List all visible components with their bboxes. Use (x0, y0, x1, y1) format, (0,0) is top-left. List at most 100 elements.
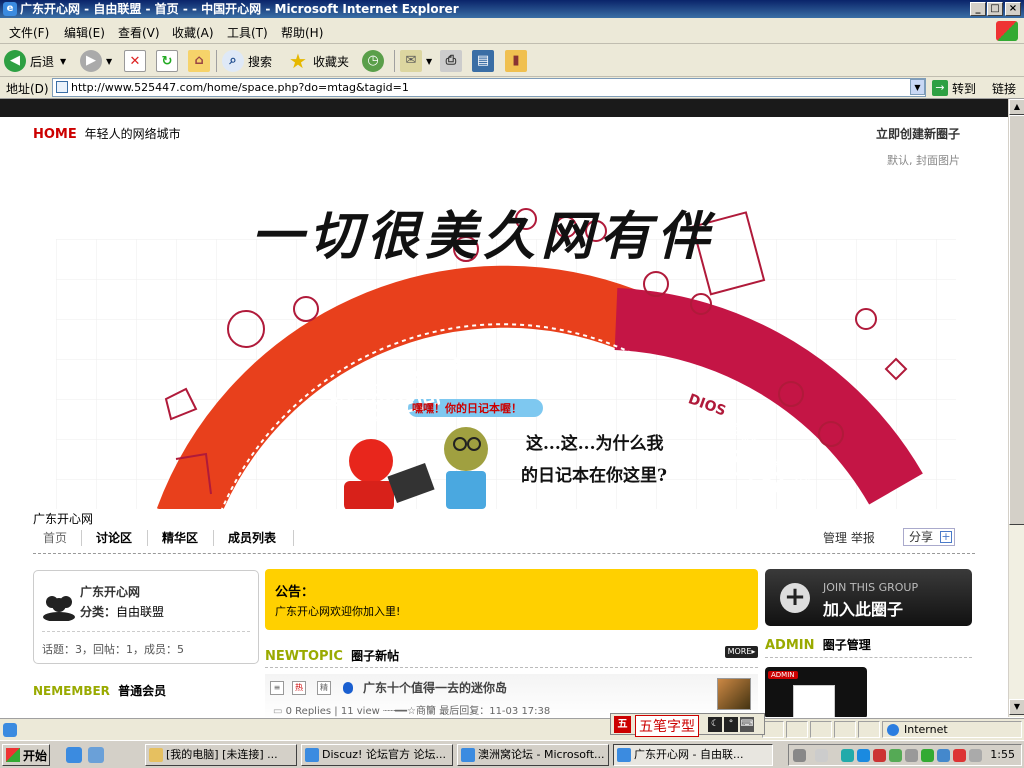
desktop-quicklaunch-icon[interactable] (88, 747, 104, 763)
topic-replies: 0 Replies (285, 706, 332, 717)
qq-icon[interactable] (857, 749, 870, 762)
ime-mode[interactable]: 五笔字型 (635, 715, 699, 737)
home-button[interactable]: ⌂ (188, 49, 214, 73)
forward-button[interactable]: ▶ ▼ (80, 49, 112, 73)
admin-heading: ADMIN 圈子管理 (765, 636, 871, 653)
topic-row[interactable]: ≡ 热 精 广东十个值得一去的迷你岛 ▭ 0 Replies | 11 view… (265, 674, 758, 717)
security-center-icon[interactable] (937, 749, 950, 762)
refresh-button[interactable]: ↻ (156, 49, 182, 73)
globe-icon (887, 723, 899, 736)
status-segment (834, 721, 856, 738)
vertical-scrollbar[interactable]: ▲ ▼ (1008, 99, 1024, 717)
menu-view[interactable]: 查看(V) (118, 24, 160, 41)
shield-icon[interactable] (873, 749, 886, 762)
soft-keyboard-icon[interactable]: ⌨ (740, 717, 754, 732)
report-link[interactable]: 举报 (851, 531, 875, 545)
ime-logo-icon[interactable]: 五 (614, 716, 631, 733)
scroll-thumb[interactable] (1009, 115, 1024, 525)
stop-button[interactable]: ✕ (124, 49, 150, 73)
history-button[interactable]: ◷ (362, 49, 388, 73)
halfwidth-moon-icon[interactable]: ☾ (708, 717, 722, 732)
network-disconnected-icon[interactable] (953, 749, 966, 762)
taskbar-item-active[interactable]: 广东开心网 - 自由联... (613, 744, 773, 766)
search-button[interactable]: ⌕ 搜索 (222, 49, 272, 73)
group-stats: 话题：3，回帖：1，成员：5 (42, 643, 184, 656)
back-button[interactable]: ◀ 后退 ▼ (4, 49, 66, 73)
author-avatar[interactable] (717, 678, 751, 710)
tab-discussion[interactable]: 讨论区 (96, 529, 132, 546)
menu-file[interactable]: 文件(F) (9, 24, 49, 41)
taskbar-item[interactable]: 澳洲窝论坛 - Microsoft... (457, 744, 609, 766)
back-arrow-icon: ◀ (4, 50, 26, 72)
document-icon: ≡ (270, 681, 284, 695)
minimize-button[interactable]: _ (970, 2, 986, 16)
antivirus-icon[interactable] (889, 749, 902, 762)
menu-tools[interactable]: 工具(T) (227, 24, 268, 41)
page-viewport: HOME 年轻人的网络城市 立即创建新圈子 默认, 封面图片 一切很美久网有伴 … (0, 99, 1008, 717)
plus-icon: + (940, 530, 952, 543)
tab-divider (81, 530, 82, 546)
menu-favorites[interactable]: 收藏(A) (172, 24, 214, 41)
more-button[interactable]: MORE▸ (725, 646, 758, 658)
manage-link[interactable]: 管理 (823, 531, 847, 545)
umbrella-icon[interactable] (841, 749, 854, 762)
share-button[interactable]: 分享 + (903, 528, 955, 546)
windows-logo-icon (6, 748, 20, 762)
chevron-down-icon: ▼ (426, 56, 433, 66)
punctuation-icon[interactable]: ° (724, 717, 738, 732)
menu-help[interactable]: 帮助(H) (281, 24, 323, 41)
network-icon[interactable] (793, 749, 806, 762)
group-title: 广东开心网 (33, 512, 94, 526)
start-button[interactable]: 开始 (2, 744, 50, 766)
topic-title[interactable]: 广东十个值得一去的迷你岛 (363, 679, 507, 696)
address-input[interactable]: http://www.525447.com/home/space.php?do=… (52, 78, 926, 97)
tab-digest[interactable]: 精华区 (162, 529, 198, 546)
favorites-label: 收藏夹 (313, 54, 350, 69)
tab-members[interactable]: 成员列表 (228, 529, 276, 546)
taskbar-item[interactable]: Discuz! 论坛官方 论坛... (301, 744, 453, 766)
divider (765, 657, 972, 658)
topic-last-reply: 最后回复：11-03 17:38 (439, 706, 551, 717)
comment-icon: ▭ (273, 706, 283, 717)
research-icon: ▮ (505, 50, 527, 72)
security-zone: Internet (887, 723, 948, 736)
maximize-button[interactable]: □ (987, 2, 1003, 16)
admin-avatar[interactable] (793, 685, 835, 717)
chevron-down-icon: ▼ (60, 56, 67, 66)
ie-quicklaunch-icon[interactable] (66, 747, 82, 763)
group-nav: 首页 讨论区 精华区 成员列表 管理 举报 分享 + (33, 526, 975, 554)
speaker-icon[interactable] (969, 749, 982, 762)
favorites-button[interactable]: ★ 收藏夹 (287, 49, 349, 73)
site-header: HOME 年轻人的网络城市 (33, 125, 181, 142)
add-icon[interactable] (921, 749, 934, 762)
balloon-icon (343, 682, 353, 694)
mail-button[interactable]: ✉ ▼ (400, 49, 432, 73)
admin-card[interactable]: ADMIN (765, 667, 867, 717)
home-link[interactable]: HOME (33, 127, 77, 142)
category-link[interactable]: 自由联盟 (116, 605, 164, 619)
print-button[interactable]: ⎙ (440, 49, 466, 73)
tab-home[interactable]: 首页 (43, 529, 67, 546)
go-button[interactable]: → 转到 (932, 79, 976, 97)
status-segment (858, 721, 880, 738)
title-bar: e 广东开心网 - 自由联盟 - 首页 - - 中国开心网 - Microsof… (0, 0, 1024, 18)
research-button[interactable]: ▮ (505, 49, 531, 73)
ie-icon: e (3, 2, 17, 16)
announcement-title: 公告： (275, 585, 315, 600)
address-dropdown-button[interactable]: ▼ (910, 79, 925, 95)
links-button[interactable]: 链接 (992, 80, 1016, 97)
scroll-up-button[interactable]: ▲ (1009, 99, 1024, 115)
taskbar-item[interactable]: [我的电脑] [未连接] ... (145, 744, 297, 766)
ie-icon (461, 748, 475, 762)
join-group-button[interactable]: + JOIN THIS GROUP 加入此圈子 (765, 569, 972, 626)
create-group-link[interactable]: 立即创建新圈子 (876, 125, 960, 142)
topic-author[interactable]: ┈┈━━☆商籣 (383, 706, 436, 717)
edit-page-icon: ▤ (472, 50, 494, 72)
monitor-icon[interactable] (815, 749, 828, 762)
close-button[interactable]: × (1005, 2, 1021, 16)
scroll-down-button[interactable]: ▼ (1009, 699, 1024, 715)
settings-icon[interactable] (905, 749, 918, 762)
menu-edit[interactable]: 编辑(E) (64, 24, 105, 41)
edit-button[interactable]: ▤ (472, 49, 498, 73)
start-label: 开始 (23, 748, 48, 763)
